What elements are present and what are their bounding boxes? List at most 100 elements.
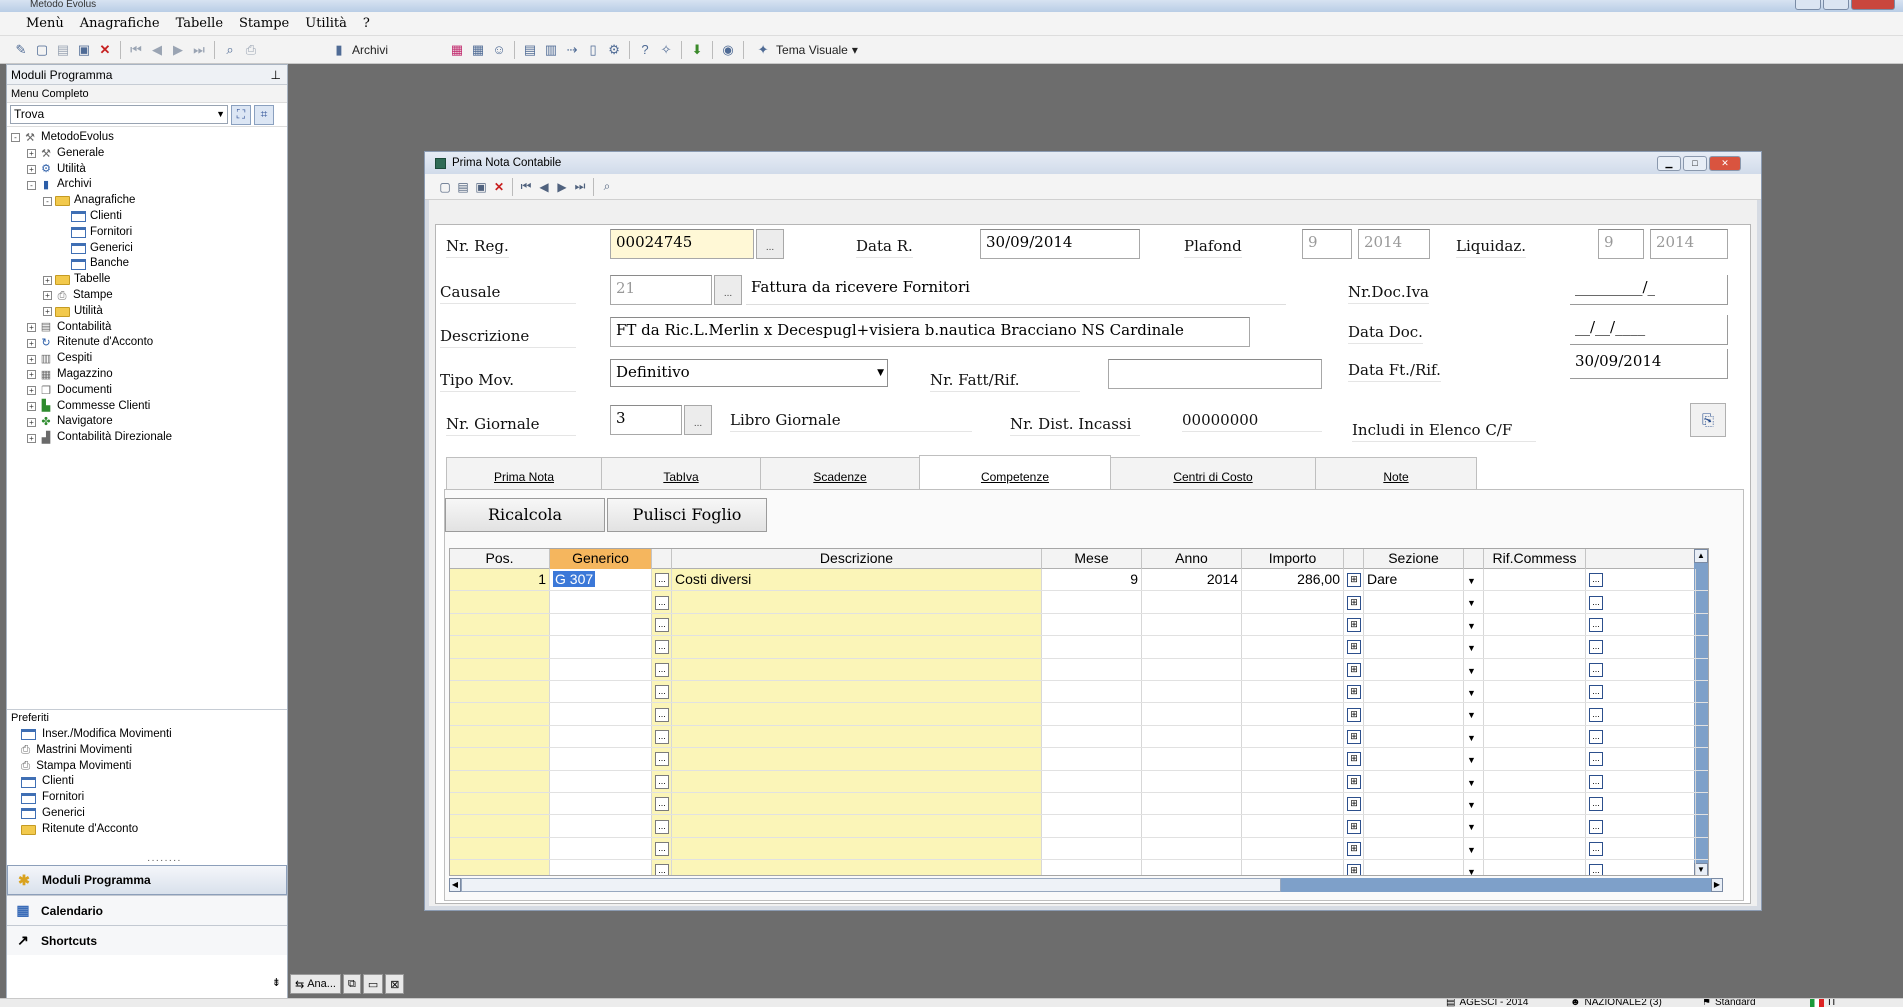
pos-cell[interactable]: [450, 748, 550, 770]
lookup-icon[interactable]: ...: [655, 752, 669, 767]
tab-scadenze[interactable]: Scadenze: [760, 457, 920, 489]
calculator-icon[interactable]: ⊞: [1347, 595, 1361, 610]
taskbar-item[interactable]: ⇆ Ana...: [290, 974, 341, 994]
tree-item[interactable]: Fornitori: [11, 225, 287, 241]
generico-cell[interactable]: [550, 748, 652, 770]
menu-tabelle[interactable]: Tabelle: [168, 16, 231, 31]
table-row[interactable]: ... ⊞ ▼...: [450, 725, 1708, 749]
rif-commess-lookup-cell[interactable]: ...: [1586, 860, 1696, 875]
importo-cell[interactable]: [1242, 703, 1344, 725]
notes-icon[interactable]: ▤: [521, 41, 539, 59]
table-row[interactable]: ... ⊞ ▼...: [450, 658, 1708, 681]
next-record-icon[interactable]: ▶: [554, 179, 570, 195]
generico-cell[interactable]: [550, 815, 652, 837]
mese-cell[interactable]: [1042, 703, 1142, 725]
table-row[interactable]: ... ⊞ ▼...: [450, 636, 1708, 659]
pos-cell[interactable]: [450, 815, 550, 837]
tree-item[interactable]: + ✤ Navigatore: [11, 414, 287, 430]
descrizione-cell[interactable]: [672, 770, 1042, 792]
tree-item[interactable]: + ❐ Documenti: [11, 383, 287, 399]
anno-cell[interactable]: [1142, 815, 1242, 837]
prev-record-icon[interactable]: ◀: [148, 41, 166, 59]
sezione-dropdown-cell[interactable]: ▼: [1464, 591, 1484, 613]
sezione-cell[interactable]: [1364, 770, 1464, 792]
descrizione-cell[interactable]: [672, 658, 1042, 680]
tree-item[interactable]: + ▥ Cespiti: [11, 351, 287, 367]
generico-cell[interactable]: [550, 793, 652, 815]
menu-utilita[interactable]: Utilità: [297, 16, 355, 31]
new-icon[interactable]: ▢: [437, 179, 453, 195]
pos-cell[interactable]: [450, 860, 550, 875]
pos-cell[interactable]: [450, 658, 550, 680]
importo-cell[interactable]: [1242, 837, 1344, 860]
tab-centri-di-costo[interactable]: Centri di Costo: [1110, 457, 1316, 489]
save-icon[interactable]: ▣: [473, 179, 489, 195]
rif-commess-lookup-cell[interactable]: ...: [1586, 770, 1696, 792]
rif-commess-cell[interactable]: [1484, 591, 1586, 613]
generico-lookup-cell[interactable]: ...: [652, 658, 672, 680]
users-icon[interactable]: ☺: [490, 41, 508, 59]
expand-icon[interactable]: +: [27, 149, 36, 159]
lookup-icon[interactable]: ...: [655, 730, 669, 745]
filter-icon[interactable]: ⛶: [231, 104, 251, 125]
rif-commess-lookup-cell[interactable]: ...: [1586, 837, 1696, 860]
lookup-icon[interactable]: ...: [1589, 730, 1603, 745]
rif-commess-lookup-cell[interactable]: ...: [1586, 658, 1696, 680]
horizontal-scrollbar[interactable]: ◀ ▶: [449, 878, 1723, 892]
pos-cell[interactable]: [450, 703, 550, 725]
open-icon[interactable]: ▤: [54, 41, 72, 59]
calculator-icon[interactable]: ⊞: [1347, 618, 1361, 633]
lookup-icon[interactable]: ...: [655, 573, 669, 588]
calc-cell[interactable]: ⊞: [1344, 591, 1364, 613]
rif-commess-cell[interactable]: [1484, 613, 1586, 636]
mese-cell[interactable]: [1042, 591, 1142, 613]
tab-note[interactable]: Note: [1315, 457, 1477, 489]
descrizione-cell[interactable]: [672, 681, 1042, 703]
liquidaz-year-field[interactable]: 2014: [1650, 229, 1728, 259]
rif-commess-lookup-cell[interactable]: ...: [1586, 725, 1696, 748]
sezione-dropdown-cell[interactable]: ▼: [1464, 658, 1484, 680]
sezione-cell[interactable]: [1364, 815, 1464, 837]
ricalcola-button[interactable]: Ricalcola: [445, 498, 605, 532]
anno-cell[interactable]: [1142, 748, 1242, 770]
nr-giornale-field[interactable]: 3: [610, 405, 682, 435]
importo-cell[interactable]: [1242, 613, 1344, 636]
sezione-dropdown-cell[interactable]: ▼: [1464, 703, 1484, 725]
calculator-icon[interactable]: ⊞: [1347, 685, 1361, 700]
preferito-item[interactable]: Generici: [21, 806, 172, 822]
table-row[interactable]: ... ⊞ ▼...: [450, 815, 1708, 838]
mese-cell[interactable]: [1042, 613, 1142, 636]
last-record-icon[interactable]: ⏭: [572, 179, 588, 195]
mese-cell[interactable]: [1042, 748, 1142, 770]
sezione-dropdown-cell[interactable]: ▼: [1464, 748, 1484, 770]
chevron-down-icon[interactable]: ▼: [1467, 778, 1476, 788]
pos-cell[interactable]: [450, 591, 550, 613]
nav-shortcuts[interactable]: ↗ Shortcuts: [7, 925, 287, 955]
rif-commess-lookup-cell[interactable]: ...: [1586, 591, 1696, 613]
sezione-cell[interactable]: [1364, 748, 1464, 770]
generico-cell[interactable]: [550, 681, 652, 703]
prev-record-icon[interactable]: ◀: [536, 179, 552, 195]
chevron-down-icon[interactable]: ▼: [1467, 755, 1476, 765]
nr-reg-field[interactable]: 00024745: [610, 229, 754, 259]
rif-commess-cell[interactable]: [1484, 703, 1586, 725]
rif-commess-cell[interactable]: [1484, 793, 1586, 815]
calendar-icon[interactable]: ▦: [448, 41, 466, 59]
help-icon[interactable]: ?: [636, 41, 654, 59]
rif-commess-lookup-cell[interactable]: ...: [1586, 815, 1696, 837]
descrizione-cell[interactable]: [672, 591, 1042, 613]
tree-item[interactable]: Generici: [11, 241, 287, 257]
generico-lookup-cell[interactable]: ...: [652, 613, 672, 636]
pos-cell[interactable]: [450, 613, 550, 636]
close-all-icon[interactable]: ⊠: [385, 974, 405, 994]
column-header[interactable]: [1586, 549, 1696, 569]
column-header[interactable]: [652, 549, 672, 569]
rif-commess-cell[interactable]: [1484, 725, 1586, 748]
descrizione-field[interactable]: FT da Ric.L.Merlin x Decespugl+visiera b…: [610, 317, 1250, 347]
lookup-icon[interactable]: ...: [1589, 774, 1603, 789]
nr-reg-lookup-button[interactable]: ...: [756, 229, 784, 259]
expand-icon[interactable]: +: [27, 386, 36, 396]
expand-icon[interactable]: +: [27, 164, 36, 174]
importo-cell[interactable]: [1242, 815, 1344, 837]
column-header[interactable]: Rif.Commess: [1484, 549, 1586, 569]
